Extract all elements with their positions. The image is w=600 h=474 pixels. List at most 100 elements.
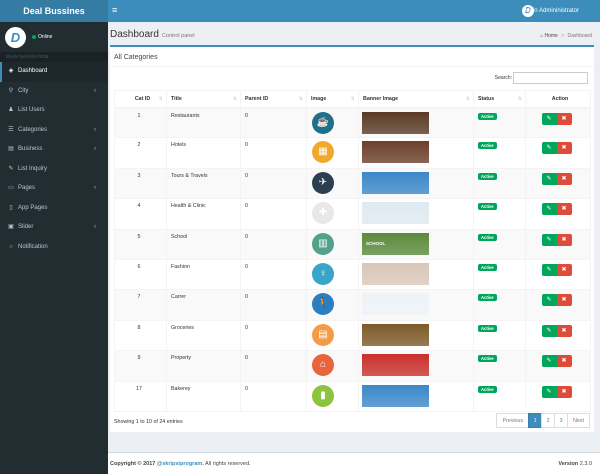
banner-image [362, 262, 429, 285]
column-header-status[interactable]: Status ⇅ [473, 90, 526, 109]
sort-icon[interactable]: ⇅ [466, 96, 470, 102]
column-header-cat-id[interactable]: Cat ID ⇅ [114, 90, 167, 109]
sidebar: D Online MAIN NAVIGATION ◈ Dashboard ⚲ City… [0, 22, 108, 474]
delete-button[interactable]: ✖ [556, 324, 572, 337]
parent-id-cell: 0 [240, 167, 307, 200]
column-header-label: Image [311, 95, 327, 102]
chevron-left-icon: ‹ [94, 224, 96, 230]
status-cell: Active [473, 289, 526, 321]
edit-button[interactable]: ✎ [541, 112, 557, 125]
edit-button[interactable]: ✎ [541, 355, 557, 368]
delete-button[interactable]: ✖ [556, 142, 572, 155]
column-header-banner-image[interactable]: Banner Image ⇅ [358, 90, 474, 109]
bell-icon: ○ [9, 243, 13, 250]
delete-button[interactable]: ✖ [556, 263, 572, 276]
school-icon: ▥ [312, 232, 334, 255]
delete-button[interactable]: ✖ [556, 294, 572, 307]
pagination-page-1[interactable]: 1 [528, 413, 543, 428]
mobile-icon: ▯ [9, 204, 13, 211]
sidebar-item-list-users[interactable]: ♟ List Users [0, 101, 108, 121]
user-name[interactable]: Main Admininistrator [525, 6, 579, 16]
sidebar-item-list-inquiry[interactable]: ✎ List Inquiry [0, 160, 108, 180]
search-label: Search: [494, 75, 512, 81]
breadcrumb-home[interactable]: Home [544, 33, 557, 39]
sidebar-item-label: List Inquiry [18, 165, 48, 172]
sidebar-menu: ◈ Dashboard ⚲ City ‹ ♟ List Users ☰ Categories ‹ ▤… [0, 62, 108, 257]
edit-button[interactable]: ✎ [541, 203, 557, 216]
plane-icon: ✈ [312, 171, 334, 194]
box-divider [110, 66, 594, 67]
edit-button[interactable]: ✎ [541, 142, 557, 155]
sort-icon[interactable]: ⇅ [351, 96, 355, 102]
sort-icon[interactable]: ⇅ [233, 96, 237, 102]
column-header-parent-id[interactable]: Parent ID ⇅ [240, 90, 307, 109]
edit-button[interactable]: ✎ [541, 263, 557, 276]
sidebar-item-slider[interactable]: ▣ Slider ‹ [0, 218, 108, 238]
edit-button[interactable]: ✎ [541, 172, 557, 185]
title-cell: School [166, 228, 241, 260]
cat-id-cell: 7 [114, 289, 167, 321]
sidebar-item-notification[interactable]: ○ Notification [0, 238, 108, 258]
delete-button[interactable]: ✖ [556, 233, 572, 246]
sort-icon[interactable]: ⇅ [518, 96, 522, 102]
edit-button[interactable]: ✎ [541, 233, 557, 246]
action-cell: ✎ ✖ [525, 380, 591, 412]
search-input[interactable] [513, 72, 588, 84]
pagination-next[interactable]: Next [567, 413, 590, 428]
pagination-previous[interactable]: Previous [496, 413, 530, 428]
table-row: 8 Groceries 0 ▤ Active ✎ ✖ [114, 319, 591, 352]
sidebar-item-categories[interactable]: ☰ Categories ‹ [0, 121, 108, 141]
parent-id-cell: 0 [240, 198, 307, 230]
status-badge: Active [478, 294, 497, 302]
sidebar-item-business[interactable]: ▤ Business ‹ [0, 140, 108, 160]
dress-icon: ♀ [312, 262, 334, 285]
delete-button[interactable]: ✖ [556, 203, 572, 216]
categories-table: Cat ID ⇅ Title ⇅ Parent ID ⇅ Image ⇅ Banner Imag… [114, 90, 591, 412]
edit-button[interactable]: ✎ [541, 385, 557, 398]
sidebar-item-pages[interactable]: ▭ Pages ‹ [0, 179, 108, 199]
banner-image [362, 293, 429, 316]
delete-button[interactable]: ✖ [556, 112, 572, 125]
delete-button[interactable]: ✖ [556, 385, 572, 398]
hamburger-icon[interactable]: ≡ [112, 5, 117, 15]
delete-button[interactable]: ✖ [556, 172, 572, 185]
entries-info: Showing 1 to 10 of 24 entries [114, 419, 183, 425]
pagination-page-3[interactable]: 3 [554, 413, 569, 428]
sidebar-item-city[interactable]: ⚲ City ‹ [0, 82, 108, 102]
title-cell: Hotels [166, 137, 241, 169]
pagination-page-2[interactable]: 2 [541, 413, 556, 428]
banner-image-cell [358, 106, 474, 139]
title-cell: Fashion [166, 258, 241, 291]
column-header-action[interactable]: Action [525, 90, 591, 109]
delete-button[interactable]: ✖ [556, 355, 572, 368]
online-status-label: Online [38, 34, 53, 40]
career-icon: 🚶 [312, 293, 334, 316]
parent-id-cell: 0 [240, 137, 307, 169]
table-row: 9 Property 0 ⌂ Active ✎ ✖ [114, 350, 591, 382]
banner-image-cell [358, 198, 474, 230]
edit-button[interactable]: ✎ [541, 294, 557, 307]
edit-button[interactable]: ✎ [541, 324, 557, 337]
first-aid-icon: ✚ [312, 202, 334, 225]
banner-image-cell [358, 350, 474, 382]
image-cell: ▥ [306, 228, 359, 260]
title-cell: Property [166, 350, 241, 382]
column-header-title[interactable]: Title ⇅ [166, 90, 241, 109]
column-header-image[interactable]: Image ⇅ [306, 90, 359, 109]
copyright-link[interactable]: @skripsiprogram. [157, 461, 204, 467]
status-badge: Active [478, 172, 497, 180]
action-cell: ✎ ✖ [525, 137, 591, 169]
sort-icon[interactable]: ⇅ [299, 96, 303, 102]
copyright: Copyright © 2017 @skripsiprogram. All ri… [110, 461, 251, 467]
title-cell: Carrer [166, 289, 241, 321]
sort-icon[interactable]: ⇅ [159, 96, 163, 102]
app-logo[interactable]: Deal Bussines [0, 0, 108, 22]
sidebar-item-dashboard[interactable]: ◈ Dashboard [0, 62, 108, 82]
page-title-text: Dashboard [110, 29, 159, 40]
image-cell: ▤ [306, 319, 359, 352]
title-cell: Health & Clinic [166, 198, 241, 230]
image-cell: ⌂ [306, 350, 359, 382]
action-cell: ✎ ✖ [525, 319, 591, 352]
parent-id-cell: 0 [240, 350, 307, 382]
sidebar-item-app-pages[interactable]: ▯ App Pages [0, 199, 108, 219]
